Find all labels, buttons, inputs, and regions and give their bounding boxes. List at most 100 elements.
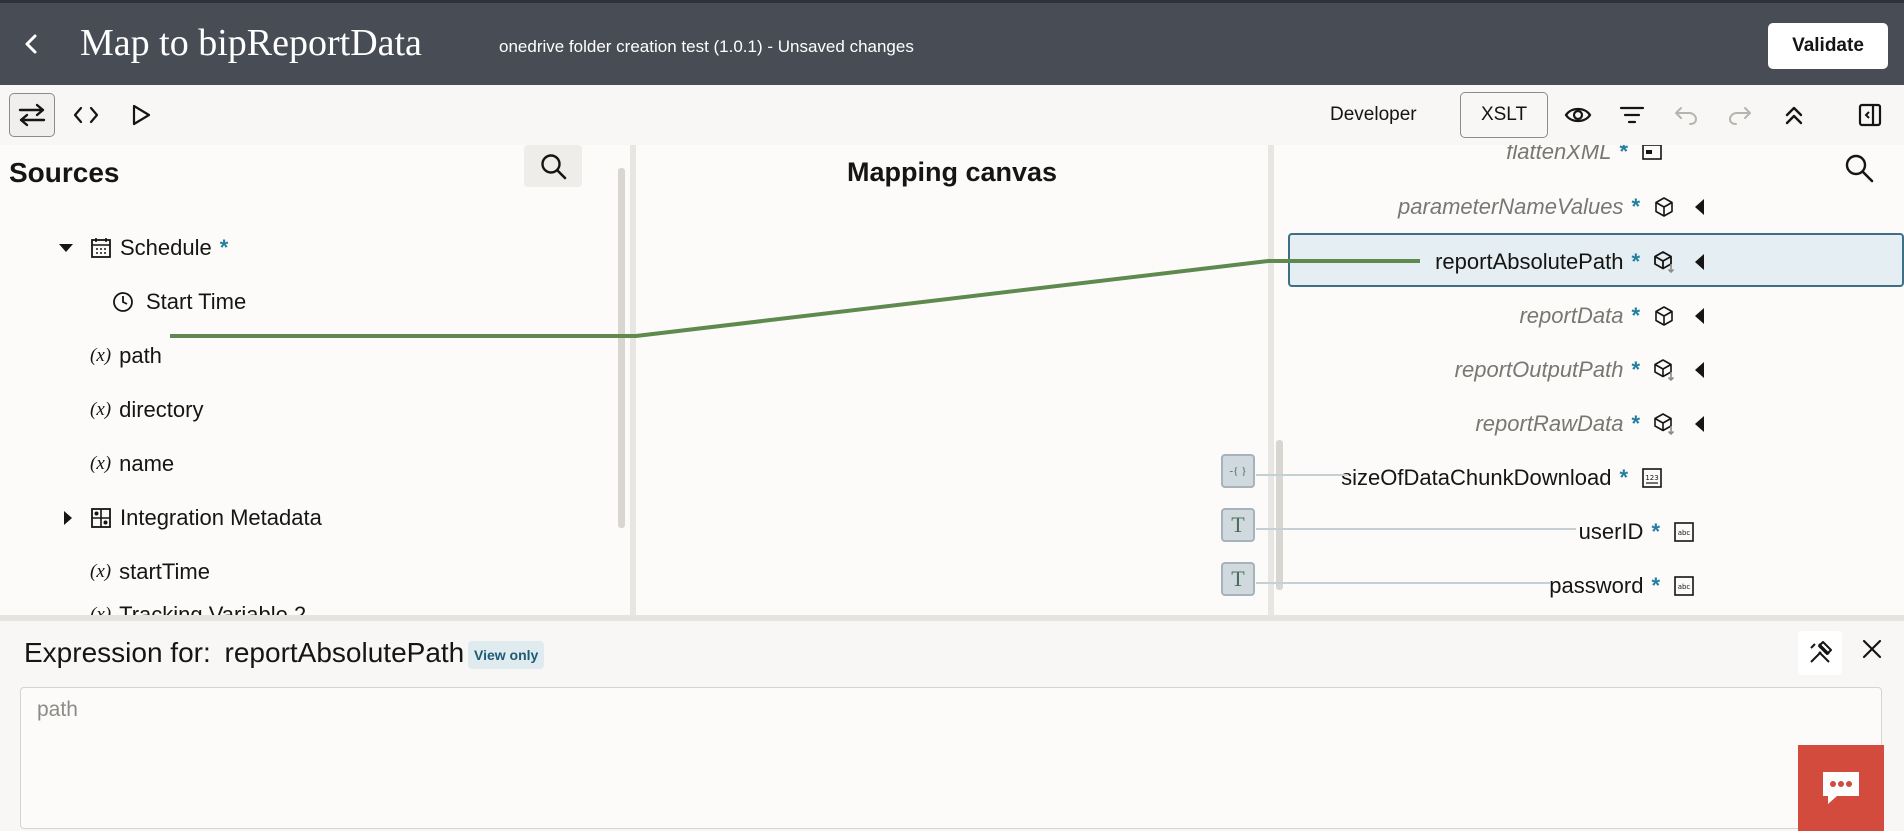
mapper-view-button[interactable] (9, 93, 55, 137)
filter-icon (1619, 106, 1645, 124)
calendar-icon (91, 238, 111, 258)
targets-search-icon[interactable] (1844, 153, 1874, 183)
tree-node-directory[interactable]: (x) directory (90, 390, 203, 430)
cube-down-icon (1654, 413, 1675, 436)
target-node-reportoutputpath[interactable]: reportOutputPath * (1455, 345, 1712, 395)
tree-node-start-time[interactable]: Start Time (112, 282, 246, 322)
toolbar: Developer XSLT (0, 85, 1904, 145)
variable-icon: (x) (90, 453, 112, 474)
target-label: password (1549, 573, 1644, 598)
chevrons-up-icon (1785, 106, 1803, 125)
tree-node-tracking-variable-2[interactable]: (x) Tracking Variable 2 (90, 595, 306, 615)
targets-panel: flattenXML * parameterNameValues * repor… (1274, 145, 1904, 615)
cube-down-icon (1654, 251, 1675, 274)
page-subtitle: onedrive folder creation test (1.0.1) - … (499, 37, 914, 56)
target-node-reportdata[interactable]: reportData * (1519, 291, 1712, 341)
caret-left-icon[interactable] (1688, 412, 1712, 436)
sources-scrollbar[interactable] (618, 168, 625, 528)
close-expression-button[interactable] (1854, 631, 1890, 667)
caret-left-icon[interactable] (1688, 304, 1712, 328)
expression-tools-button[interactable] (1798, 631, 1842, 675)
caret-right-icon[interactable] (62, 510, 74, 526)
expression-value: path (37, 698, 78, 721)
tree-label: Schedule (120, 235, 212, 260)
tree-node-integration-metadata[interactable]: Integration Metadata (62, 498, 322, 538)
tree-node-starttime[interactable]: (x) startTime (90, 552, 210, 592)
validate-button[interactable]: Validate (1768, 23, 1888, 69)
tree-label: startTime (119, 559, 210, 584)
collapse-all-button[interactable] (1776, 97, 1812, 133)
xslt-button[interactable]: XSLT (1460, 92, 1548, 138)
redo-button[interactable] (1722, 97, 1758, 133)
metadata-icon (91, 508, 111, 528)
target-label: reportOutputPath (1454, 357, 1624, 382)
required-marker: * (1651, 573, 1660, 598)
eye-icon (1564, 107, 1592, 123)
view-options-button[interactable] (1560, 97, 1596, 133)
tree-node-name[interactable]: (x) name (90, 444, 174, 484)
target-node-userid[interactable]: userID * abc (1579, 507, 1696, 557)
target-node-reportabsolutepath[interactable]: reportAbsolutePath * (1435, 237, 1712, 287)
expression-editor[interactable]: path (20, 687, 1882, 829)
number-function-node[interactable]: -{ } (1221, 454, 1255, 488)
tree-label: directory (119, 397, 204, 422)
variable-icon: (x) (90, 561, 112, 582)
undo-button[interactable] (1668, 97, 1704, 133)
required-marker: * (1631, 357, 1640, 382)
string-icon: abc (1674, 522, 1694, 542)
canvas-title: Mapping canvas (846, 157, 1058, 187)
header-bar: Map to bipReportData onedrive folder cre… (0, 0, 1904, 85)
tree-node-path[interactable]: (x) path (90, 336, 162, 376)
caret-left-icon[interactable] (1688, 195, 1712, 219)
chevron-left-icon (25, 34, 37, 54)
chat-button[interactable] (1798, 745, 1884, 831)
target-node-reportrawdata[interactable]: reportRawData * (1475, 399, 1712, 449)
code-view-button[interactable] (69, 97, 103, 133)
target-label: parameterNameValues (1398, 194, 1624, 219)
required-marker: * (1651, 519, 1660, 544)
targets-scrollbar[interactable] (1276, 440, 1283, 590)
target-node-sizeofdatachunkdownload[interactable]: sizeOfDataChunkDownload * 123 (1341, 453, 1664, 503)
sources-search-button[interactable] (524, 145, 582, 187)
cube-icon (1655, 197, 1673, 217)
expression-prefix: Expression for: (24, 637, 211, 668)
required-marker: * (1631, 249, 1640, 274)
filter-button[interactable] (1614, 97, 1650, 133)
developer-mode-button[interactable]: Developer (1330, 99, 1417, 131)
back-button[interactable] (16, 27, 46, 61)
test-button[interactable] (124, 97, 158, 133)
view-only-badge: View only (468, 641, 545, 669)
target-node-parameternamevalues[interactable]: parameterNameValues * (1398, 182, 1712, 232)
chat-icon (1823, 772, 1859, 804)
required-marker: * (219, 235, 229, 260)
target-node-password[interactable]: password * abc (1549, 561, 1696, 611)
svg-text:abc: abc (1678, 529, 1691, 537)
clock-icon (113, 292, 133, 312)
target-label: reportAbsolutePath (1435, 249, 1624, 274)
number-icon: 123 (1642, 468, 1662, 488)
caret-left-icon[interactable] (1688, 250, 1712, 274)
cube-down-icon (1654, 359, 1675, 382)
sources-panel: Sources Schedule * Start Time (x) path (… (0, 145, 630, 615)
expression-panel: Expression for: reportAbsolutePath View … (0, 615, 1904, 831)
caret-left-icon[interactable] (1688, 358, 1712, 382)
code-icon (73, 106, 99, 124)
mapping-canvas: Mapping canvas (636, 145, 1268, 615)
required-marker: * (1631, 411, 1640, 436)
tree-label: path (119, 343, 162, 368)
caret-down-icon[interactable] (58, 242, 74, 254)
target-label: flattenXML (1506, 145, 1612, 164)
play-icon (132, 104, 151, 126)
target-node-flattenxml[interactable]: flattenXML * (1506, 145, 1664, 177)
tree-label: Integration Metadata (120, 505, 322, 530)
variable-icon: (x) (90, 345, 112, 366)
target-label: reportData (1519, 303, 1624, 328)
variable-icon: (x) (90, 604, 112, 615)
text-function-node-password[interactable]: T (1221, 562, 1255, 596)
tree-node-schedule[interactable]: Schedule * (58, 228, 228, 268)
side-panel-icon (1858, 103, 1882, 127)
toggle-panel-button[interactable] (1852, 97, 1888, 133)
target-label: userID (1578, 519, 1644, 544)
close-icon (1862, 639, 1882, 659)
text-function-node-userid[interactable]: T (1221, 508, 1255, 542)
